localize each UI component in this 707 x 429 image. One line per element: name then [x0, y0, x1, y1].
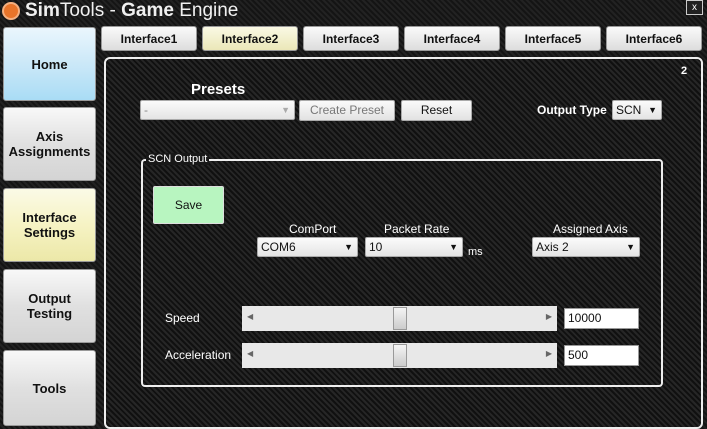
- title-engine: Engine: [173, 0, 239, 21]
- output-type-dropdown[interactable]: SCN ▼: [612, 100, 662, 120]
- sidebar-interface-settings[interactable]: Interface Settings: [3, 188, 96, 262]
- arrow-right-icon[interactable]: ▶: [546, 349, 552, 358]
- tab-interface6[interactable]: Interface6: [606, 26, 702, 51]
- tab-interface3[interactable]: Interface3: [303, 26, 399, 51]
- speed-input[interactable]: 10000: [564, 308, 639, 329]
- title-tools: Tools -: [59, 0, 122, 21]
- packet-rate-value: 10: [369, 240, 383, 254]
- comport-label: ComPort: [289, 222, 337, 236]
- speed-slider-thumb[interactable]: [392, 307, 407, 330]
- speed-slider[interactable]: ◀ ▶: [242, 306, 557, 331]
- assigned-axis-dropdown[interactable]: Axis 2 ▼: [532, 237, 640, 257]
- interface-number: 2: [681, 65, 688, 77]
- group-title: SCN Output: [146, 153, 210, 165]
- acceleration-slider[interactable]: ◀ ▶: [242, 343, 557, 368]
- chevron-down-icon: ▼: [344, 242, 353, 252]
- sidebar-output-testing[interactable]: Output Testing: [3, 269, 96, 343]
- output-type-label: Output Type: [537, 103, 607, 117]
- close-button[interactable]: x: [686, 0, 703, 15]
- title-sim: Sim: [25, 0, 60, 21]
- tab-interface4[interactable]: Interface4: [404, 26, 500, 51]
- chevron-down-icon: ▼: [281, 105, 290, 115]
- comport-value: COM6: [261, 240, 296, 254]
- arrow-left-icon[interactable]: ◀: [247, 312, 253, 321]
- acceleration-label: Acceleration: [165, 348, 232, 362]
- chevron-down-icon: ▼: [648, 105, 657, 115]
- preset-dropdown[interactable]: - ▼: [140, 100, 295, 120]
- packet-rate-label: Packet Rate: [384, 222, 450, 236]
- arrow-left-icon[interactable]: ◀: [247, 349, 253, 358]
- chevron-down-icon: ▼: [626, 242, 635, 252]
- create-preset-button[interactable]: Create Preset: [299, 100, 395, 121]
- assigned-axis-value: Axis 2: [536, 240, 569, 254]
- sidebar-tools[interactable]: Tools: [3, 350, 96, 426]
- speed-label: Speed: [165, 311, 200, 325]
- acceleration-slider-thumb[interactable]: [392, 344, 407, 367]
- tab-interface5[interactable]: Interface5: [505, 26, 601, 51]
- presets-label: Presets: [191, 81, 246, 98]
- reset-button[interactable]: Reset: [401, 100, 472, 121]
- sidebar-home[interactable]: Home: [3, 27, 96, 101]
- app-logo-icon: [2, 2, 20, 20]
- arrow-right-icon[interactable]: ▶: [546, 312, 552, 321]
- acceleration-input[interactable]: 500: [564, 345, 639, 366]
- packet-rate-dropdown[interactable]: 10 ▼: [365, 237, 463, 257]
- output-type-value: SCN: [616, 103, 642, 117]
- title-game: Game: [121, 0, 174, 21]
- title-bar: Sim Tools - Game Engine: [0, 0, 238, 22]
- sidebar-axis-assignments[interactable]: Axis Assignments: [3, 107, 96, 181]
- chevron-down-icon: ▼: [449, 242, 458, 252]
- tab-interface2[interactable]: Interface2: [202, 26, 298, 51]
- ms-label: ms: [468, 246, 483, 258]
- tab-interface1[interactable]: Interface1: [101, 26, 197, 51]
- save-button[interactable]: Save: [153, 186, 224, 224]
- comport-dropdown[interactable]: COM6 ▼: [257, 237, 358, 257]
- preset-value: -: [144, 103, 148, 117]
- assigned-axis-label: Assigned Axis: [553, 222, 628, 236]
